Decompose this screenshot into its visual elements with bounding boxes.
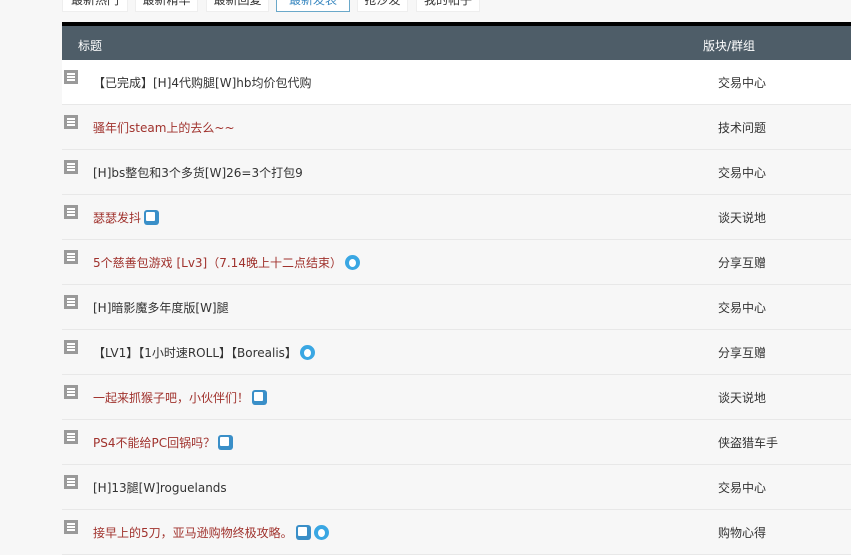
document-icon: [64, 475, 78, 489]
hot-icon: [299, 345, 315, 360]
table-row: 【LV1】【1小时速ROLL】【Borealis】 分享互赠: [62, 330, 851, 375]
document-icon: [64, 340, 78, 354]
header-title: 标题: [78, 39, 103, 53]
table-row: [H]bs整包和3个多货[W]26=3个打包9 交易中心: [62, 150, 851, 195]
image-icon: [295, 525, 311, 540]
board-link[interactable]: 交易中心: [718, 479, 766, 496]
document-icon: [64, 385, 78, 399]
tab-0[interactable]: 最新热门: [62, 0, 128, 12]
tab-3[interactable]: 最新发表: [276, 0, 350, 12]
thread-title-link[interactable]: [H]bs整包和3个多货[W]26=3个打包9: [93, 166, 303, 180]
thread-title-link[interactable]: 5个慈善包游戏 [Lv3]（7.14晚上十二点结束）: [93, 256, 342, 270]
thread-title-link[interactable]: [H]暗影魔多年度版[W]腿: [93, 301, 229, 315]
thread-title-link[interactable]: [H]13腿[W]roguelands: [93, 481, 227, 495]
table-row: [H]暗影魔多年度版[W]腿 交易中心: [62, 285, 851, 330]
image-icon: [218, 435, 234, 450]
thread-title-link[interactable]: 瑟瑟发抖: [93, 211, 141, 225]
hot-icon: [313, 525, 329, 540]
document-icon: [64, 160, 78, 174]
hot-icon: [344, 255, 360, 270]
board-link[interactable]: 购物心得: [718, 524, 766, 541]
image-icon: [144, 210, 160, 225]
document-icon: [64, 295, 78, 309]
thread-title-link[interactable]: 【已完成】[H]4代购腿[W]hb均价包代购: [93, 76, 311, 90]
document-icon: [64, 250, 78, 264]
table-row: 【已完成】[H]4代购腿[W]hb均价包代购 交易中心: [62, 60, 851, 105]
board-link[interactable]: 交易中心: [718, 164, 766, 181]
table-row: 瑟瑟发抖 谈天说地: [62, 195, 851, 240]
document-icon: [64, 70, 78, 84]
table-row: 骚年们steam上的去么~~ 技术问题: [62, 105, 851, 150]
tab-1[interactable]: 最新精华: [135, 0, 198, 12]
table-row: 接早上的5刀，亚马逊购物终极攻略。 购物心得: [62, 510, 851, 555]
board-link[interactable]: 交易中心: [718, 74, 766, 91]
document-icon: [64, 520, 78, 534]
board-link[interactable]: 侠盗猎车手: [718, 434, 778, 451]
board-link[interactable]: 技术问题: [718, 119, 766, 136]
table-row: 一起来抓猴子吧，小伙伴们！ 谈天说地: [62, 375, 851, 420]
table-row: PS4不能给PC回锅吗？ 侠盗猎车手: [62, 420, 851, 465]
document-icon: [64, 115, 78, 129]
thread-title-link[interactable]: 骚年们steam上的去么~~: [93, 121, 235, 135]
thread-title-link[interactable]: 【LV1】【1小时速ROLL】【Borealis】: [93, 346, 297, 360]
document-icon: [64, 205, 78, 219]
document-icon: [64, 430, 78, 444]
board-link[interactable]: 分享互赠: [718, 254, 766, 271]
header-board: 版块/群组: [703, 39, 756, 53]
thread-title-link[interactable]: PS4不能给PC回锅吗？: [93, 436, 215, 450]
thread-title-link[interactable]: 接早上的5刀，亚马逊购物终极攻略。: [93, 526, 293, 540]
table-header: 标题 版块/群组: [62, 22, 851, 60]
thread-table: 标题 版块/群组 【已完成】[H]4代购腿[W]hb均价包代购 交易中心 骚年们…: [62, 22, 851, 555]
image-icon: [252, 390, 268, 405]
tab-5[interactable]: 我的帖子: [416, 0, 480, 12]
tab-2[interactable]: 最新回复: [206, 0, 269, 12]
tab-4[interactable]: 抢沙发: [357, 0, 408, 12]
board-link[interactable]: 谈天说地: [718, 389, 766, 406]
board-link[interactable]: 谈天说地: [718, 209, 766, 226]
table-row: 5个慈善包游戏 [Lv3]（7.14晚上十二点结束） 分享互赠: [62, 240, 851, 285]
thread-title-link[interactable]: 一起来抓猴子吧，小伙伴们！: [93, 391, 249, 405]
table-row: [H]13腿[W]roguelands 交易中心: [62, 465, 851, 510]
board-link[interactable]: 交易中心: [718, 299, 766, 316]
board-link[interactable]: 分享互赠: [718, 344, 766, 361]
